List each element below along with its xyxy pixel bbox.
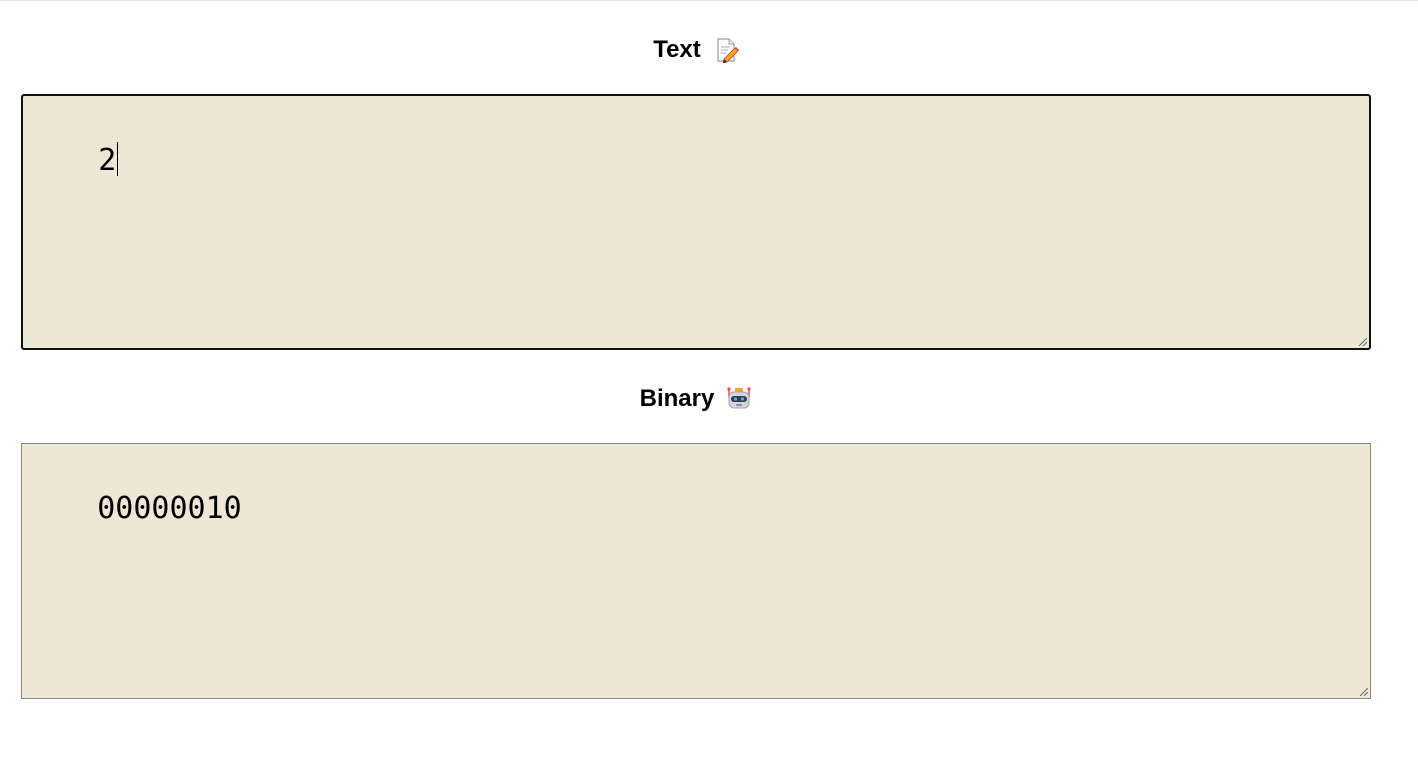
text-input-value: 2 — [98, 143, 117, 178]
text-section-header: Text — [0, 33, 1392, 67]
top-divider — [0, 0, 1418, 1]
binary-output-value: 00000010 — [97, 491, 242, 526]
text-label: Text — [653, 36, 701, 63]
binary-section-header: Binary — [0, 382, 1392, 416]
memo-pencil-icon — [713, 37, 739, 63]
resize-handle-icon[interactable] — [1357, 336, 1367, 346]
robot-icon — [726, 386, 752, 412]
text-input[interactable]: 2 — [21, 94, 1371, 350]
text-to-binary-converter: Text 2 Binary 00000010 — [0, 0, 1418, 769]
binary-label: Binary — [639, 385, 715, 412]
text-cursor — [117, 142, 119, 176]
binary-output[interactable]: 00000010 — [21, 443, 1371, 699]
resize-handle-icon[interactable] — [1358, 686, 1368, 696]
